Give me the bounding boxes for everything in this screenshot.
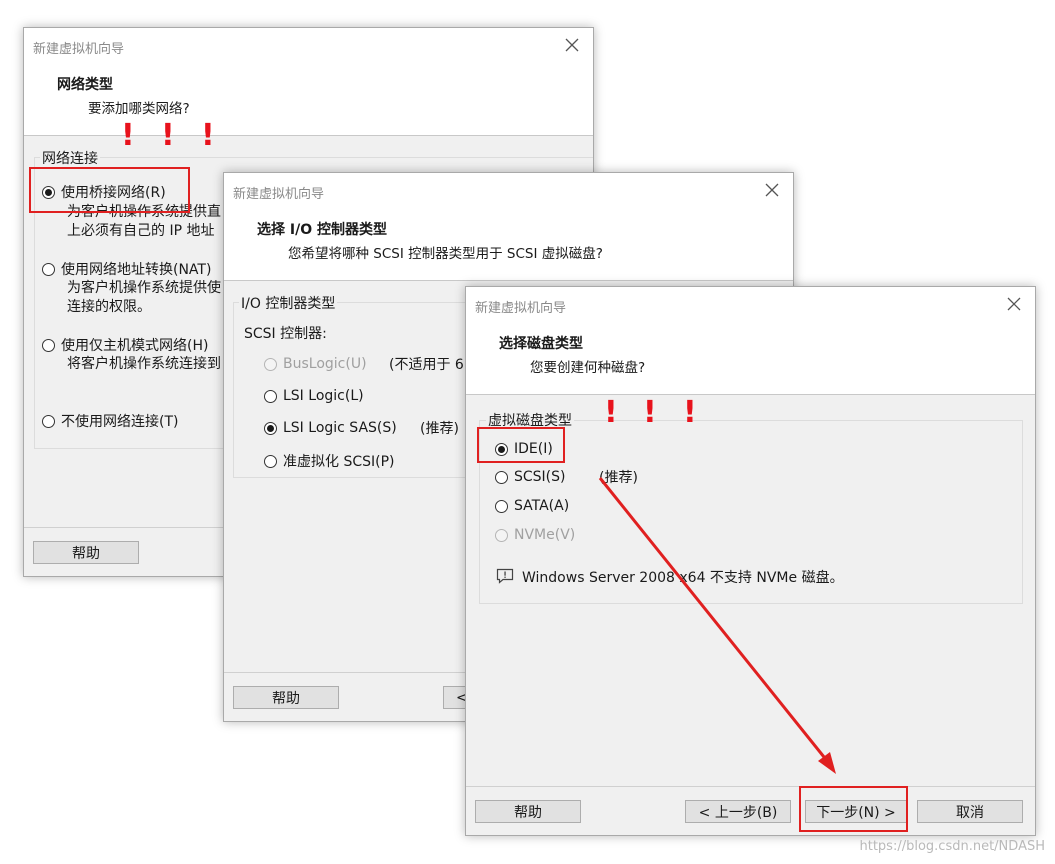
exclamation-mark: !: [604, 395, 618, 430]
radio-dot: [495, 528, 508, 542]
option-description: 将客户机操作系统连接到: [67, 355, 221, 374]
radio-dot: [264, 421, 277, 435]
radio-label: 使用网络地址转换(NAT): [61, 262, 212, 278]
radio-nat[interactable]: 使用网络地址转换(NAT): [42, 259, 211, 279]
radio-label: 不使用网络连接(T): [61, 414, 179, 430]
disk-type-dialog: 新建虚拟机向导 选择磁盘类型 您要创建何种磁盘? 虚拟磁盘类型 IDE(I) S…: [465, 286, 1036, 836]
nvme-info-text: Windows Server 2008 x64 不支持 NVMe 磁盘。: [522, 570, 844, 586]
page-title: 网络类型: [57, 77, 113, 93]
desc-line: 将客户机操作系统连接到: [67, 356, 221, 372]
radio-nvme: NVMe(V): [495, 527, 575, 543]
radio-scsi[interactable]: SCSI(S): [495, 469, 566, 485]
desc-line: 为客户机操作系统提供使: [67, 280, 221, 296]
highlight-bridged-option: [29, 167, 190, 213]
radio-paravirtual-scsi[interactable]: 准虚拟化 SCSI(P): [264, 451, 395, 471]
highlight-ide-option: [477, 427, 565, 463]
radio-sata[interactable]: SATA(A): [495, 498, 569, 514]
option-description: 为客户机操作系统提供使 连接的权限。: [67, 279, 221, 317]
wizard-header: 选择 I/O 控制器类型 您希望将哪种 SCSI 控制器类型用于 SCSI 虚拟…: [224, 207, 793, 281]
scsi-controller-label: SCSI 控制器:: [244, 326, 327, 342]
group-label: I/O 控制器类型: [239, 293, 338, 313]
watermark: https://blog.csdn.net/NDASH: [859, 839, 1046, 854]
exclamation-mark: !: [683, 395, 697, 430]
page-subtitle: 您要创建何种磁盘?: [530, 360, 646, 376]
radio-label: NVMe(V): [514, 527, 576, 543]
radio-dot: [264, 389, 277, 403]
radio-lsi-logic[interactable]: LSI Logic(L): [264, 388, 364, 404]
title-bar: 新建虚拟机向导: [224, 173, 793, 207]
radio-label: 准虚拟化 SCSI(P): [283, 454, 395, 470]
title-bar: 新建虚拟机向导: [466, 287, 1035, 321]
radio-dot: [42, 262, 55, 276]
radio-host-only[interactable]: 使用仅主机模式网络(H): [42, 335, 208, 355]
exclamation-mark: !: [643, 395, 657, 430]
recommended-note: (推荐): [599, 470, 638, 486]
radio-dot: [264, 454, 277, 468]
exclamation-mark: !: [121, 118, 135, 153]
help-button[interactable]: 帮助: [233, 686, 339, 709]
buslogic-note: (不适用于 6: [389, 357, 464, 373]
page-title: 选择磁盘类型: [499, 336, 583, 352]
footer-separator: [466, 786, 1035, 787]
radio-buslogic: BusLogic(U): [264, 356, 367, 372]
radio-lsi-logic-sas[interactable]: LSI Logic SAS(S): [264, 420, 397, 436]
radio-dot: [264, 357, 277, 371]
window-title: 新建虚拟机向导: [233, 187, 325, 202]
highlight-next-button: [799, 786, 908, 832]
desc-line: 上必须有自己的 IP 地址: [67, 223, 215, 239]
wizard-header: 网络类型 要添加哪类网络?: [24, 62, 593, 136]
exclamation-mark: !: [161, 118, 175, 153]
page-title: 选择 I/O 控制器类型: [257, 222, 387, 238]
radio-label: BusLogic(U): [283, 356, 367, 372]
radio-label: SATA(A): [514, 498, 570, 514]
radio-dot: [495, 499, 508, 513]
radio-no-network[interactable]: 不使用网络连接(T): [42, 411, 178, 431]
close-icon[interactable]: [564, 37, 580, 53]
radio-label: LSI Logic(L): [283, 388, 364, 404]
help-button[interactable]: 帮助: [475, 800, 581, 823]
title-bar: 新建虚拟机向导: [24, 28, 593, 62]
page-subtitle: 您希望将哪种 SCSI 控制器类型用于 SCSI 虚拟磁盘?: [288, 246, 603, 262]
radio-label: LSI Logic SAS(S): [283, 420, 397, 436]
exclamation-mark: !: [201, 118, 215, 153]
help-button[interactable]: 帮助: [33, 541, 139, 564]
wizard-header: 选择磁盘类型 您要创建何种磁盘?: [466, 321, 1035, 395]
radio-dot: [495, 470, 508, 484]
group-label: 网络连接: [40, 148, 100, 168]
radio-dot: [42, 338, 55, 352]
window-title: 新建虚拟机向导: [475, 301, 567, 316]
recommended-note: (推荐): [420, 421, 459, 437]
radio-dot: [42, 414, 55, 428]
radio-label: 使用仅主机模式网络(H): [61, 338, 209, 354]
radio-label: SCSI(S): [514, 469, 566, 485]
page-subtitle: 要添加哪类网络?: [88, 101, 190, 117]
window-title: 新建虚拟机向导: [33, 42, 125, 57]
back-button[interactable]: < 上一步(B): [685, 800, 791, 823]
close-icon[interactable]: [1006, 296, 1022, 312]
info-comment-icon: [496, 568, 514, 584]
cancel-button[interactable]: 取消: [917, 800, 1023, 823]
close-icon[interactable]: [764, 182, 780, 198]
desc-line: 连接的权限。: [67, 299, 151, 315]
